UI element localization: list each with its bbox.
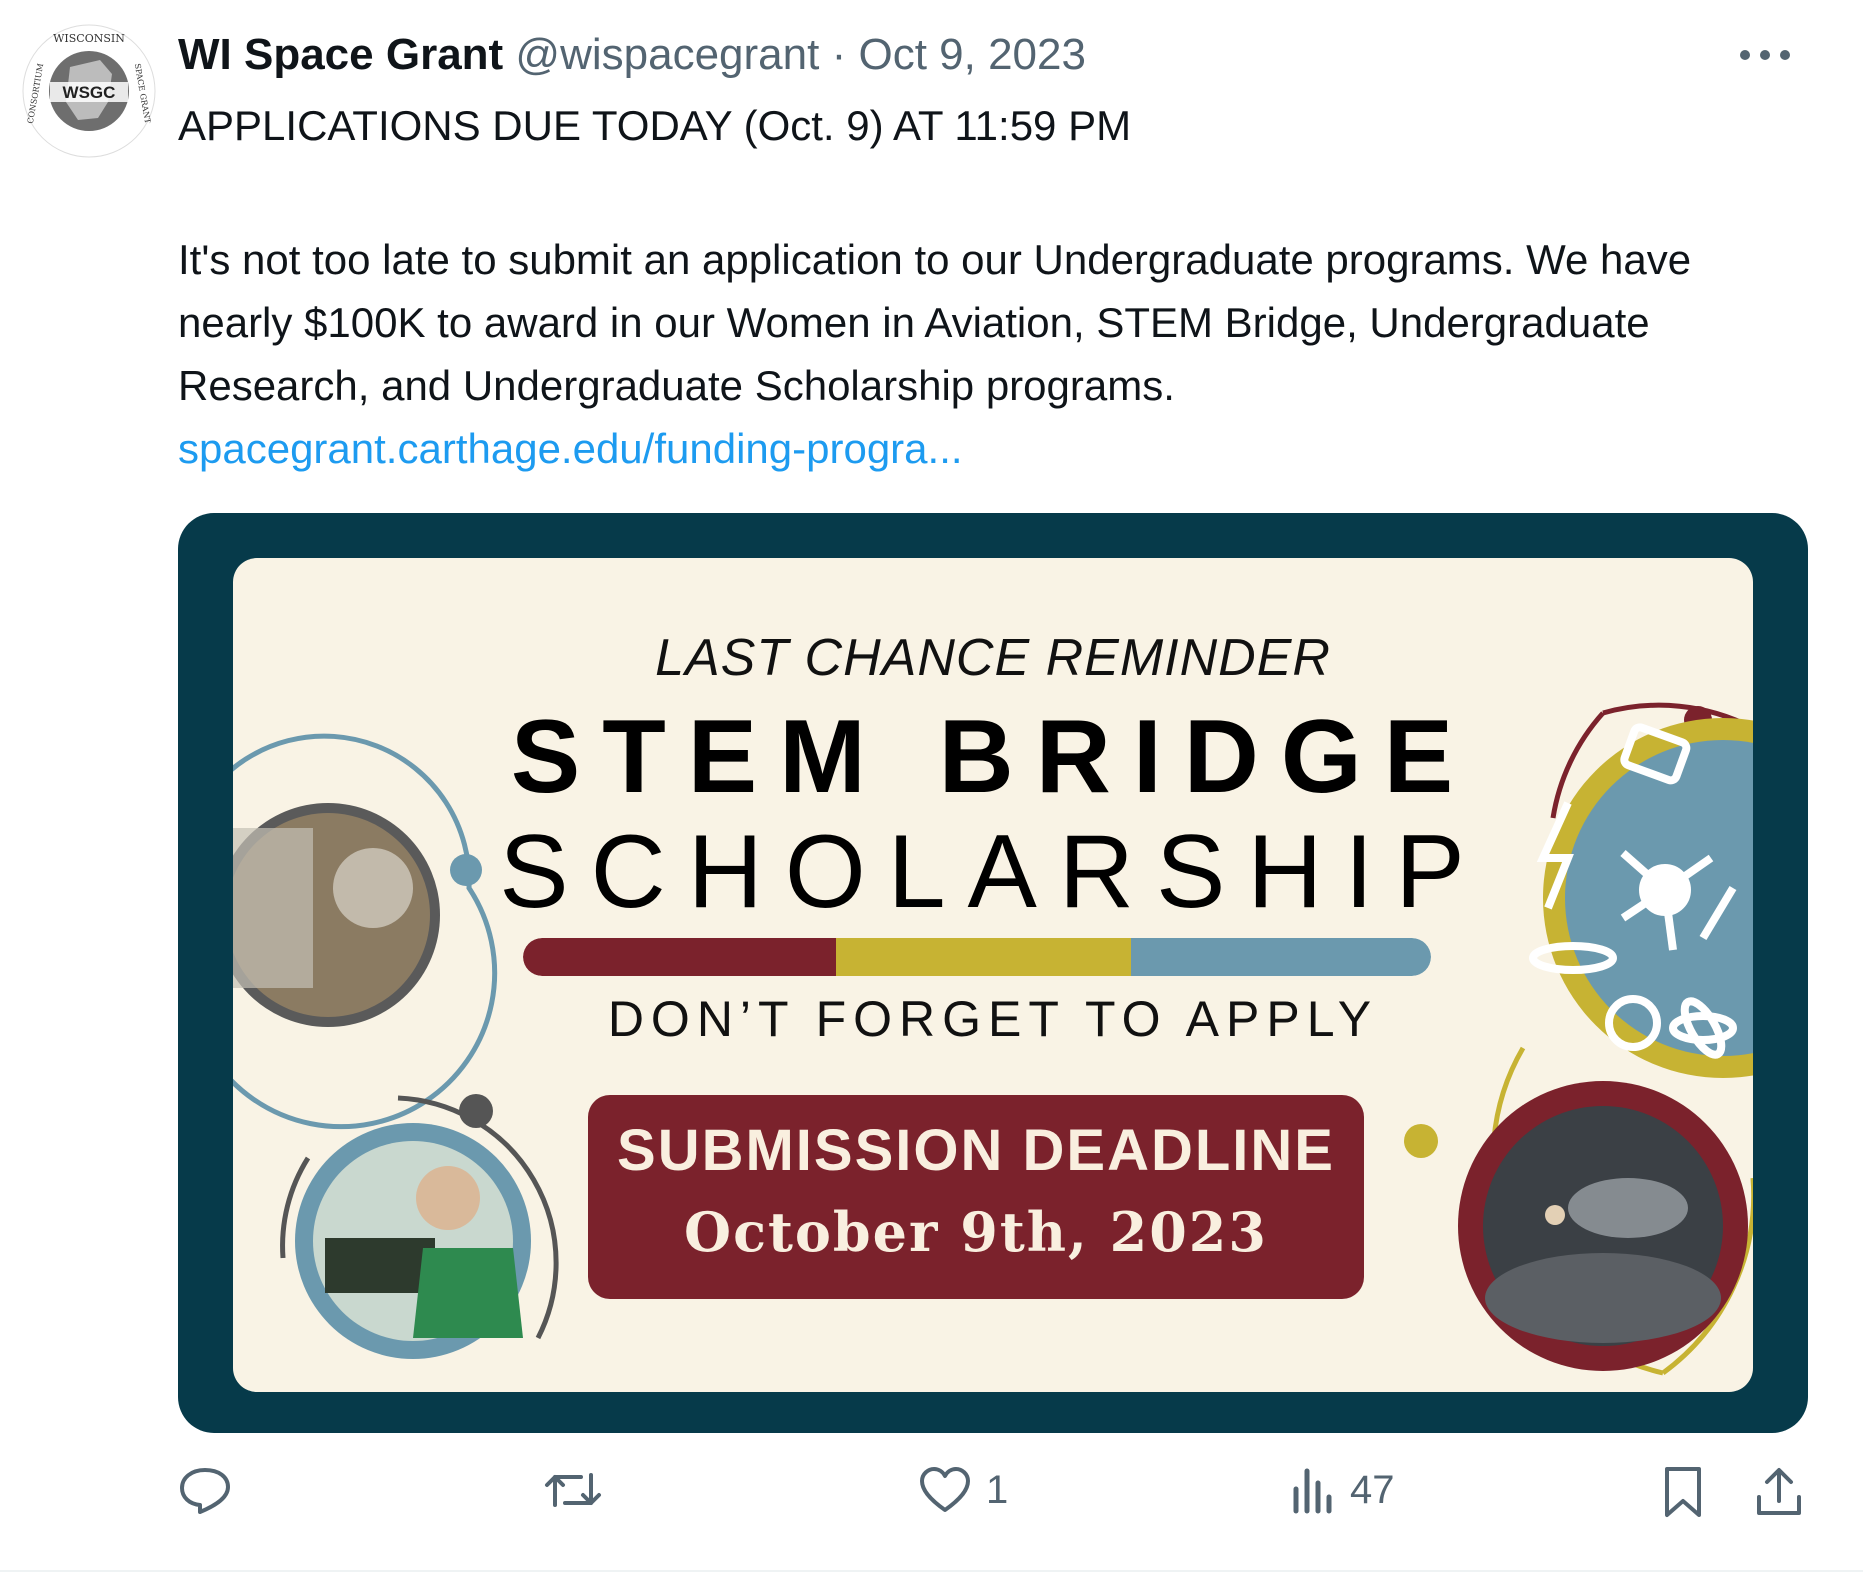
- deadline-date: October 9th, 2023: [684, 1200, 1268, 1264]
- retweet-button[interactable]: [543, 1465, 603, 1515]
- like-count: 1: [986, 1467, 1009, 1512]
- logo-ring-top: WISCONSIN: [53, 32, 125, 45]
- kicker-text: LAST CHANCE REMINDER: [655, 629, 1331, 687]
- views-button[interactable]: 47: [1290, 1465, 1395, 1515]
- tweet-body-text: It's not too late to submit an applicati…: [178, 236, 1692, 409]
- title-scholarship: SCHOLARSHIP: [499, 814, 1487, 930]
- avatar[interactable]: WSGC WISCONSIN SPACE GRANT CONSORTIUM: [20, 22, 158, 160]
- retweet-icon: [545, 1473, 601, 1507]
- media-card[interactable]: LAST CHANCE REMINDER STEM BRIDGE SCHOLAR…: [178, 513, 1808, 1433]
- views-icon: [1293, 1468, 1332, 1514]
- more-horizontal-icon[interactable]: [1737, 22, 1793, 77]
- title-stem-bridge: STEM BRIDGE: [510, 699, 1476, 815]
- tweet[interactable]: WSGC WISCONSIN SPACE GRANT CONSORTIUM WI…: [0, 0, 1863, 1573]
- bookmark-icon: [1665, 1467, 1701, 1517]
- share-button[interactable]: [1754, 1465, 1804, 1519]
- author-handle[interactable]: @wispacegrant: [515, 30, 819, 79]
- tweet-link[interactable]: spacegrant.carthage.edu/funding-progra..…: [178, 425, 963, 472]
- reply-icon: [180, 1468, 230, 1514]
- reply-button[interactable]: [178, 1465, 232, 1515]
- logo-text: WSGC: [63, 83, 116, 102]
- wsgc-logo: WSGC WISCONSIN SPACE GRANT CONSORTIUM: [22, 24, 156, 158]
- bar-blue: [1131, 938, 1431, 976]
- graphic-panel: LAST CHANCE REMINDER STEM BRIDGE SCHOLAR…: [233, 558, 1753, 1392]
- bookmark-button[interactable]: [1662, 1465, 1704, 1519]
- deadline-box: SUBMISSION DEADLINE October 9th, 2023: [588, 1095, 1364, 1299]
- action-bar: 1 47: [0, 1465, 1863, 1545]
- separator: ·: [831, 30, 847, 79]
- tricolor-bar: [523, 938, 1431, 976]
- deadline-label: SUBMISSION DEADLINE: [617, 1118, 1335, 1183]
- orbit-dot-2: [459, 1094, 493, 1128]
- views-count: 47: [1350, 1467, 1395, 1512]
- share-icon: [1757, 1468, 1801, 1515]
- like-button[interactable]: 1: [918, 1465, 1008, 1515]
- tweet-date[interactable]: Oct 9, 2023: [858, 30, 1085, 79]
- author-name[interactable]: WI Space Grant: [178, 30, 503, 79]
- heart-icon: [920, 1467, 970, 1512]
- tweet-body: It's not too late to submit an applicati…: [178, 228, 1778, 480]
- orbit-dot-4: [1404, 1124, 1438, 1158]
- bar-maroon: [523, 938, 837, 976]
- tweet-header: WI Space Grant @wispacegrant · Oct 9, 20…: [178, 30, 1086, 80]
- bar-gold: [836, 938, 1132, 976]
- cta-text: DON’T FORGET TO APPLY: [607, 991, 1379, 1047]
- divider: [0, 1570, 1863, 1572]
- tweet-headline: APPLICATIONS DUE TODAY (Oct. 9) AT 11:59…: [178, 102, 1132, 149]
